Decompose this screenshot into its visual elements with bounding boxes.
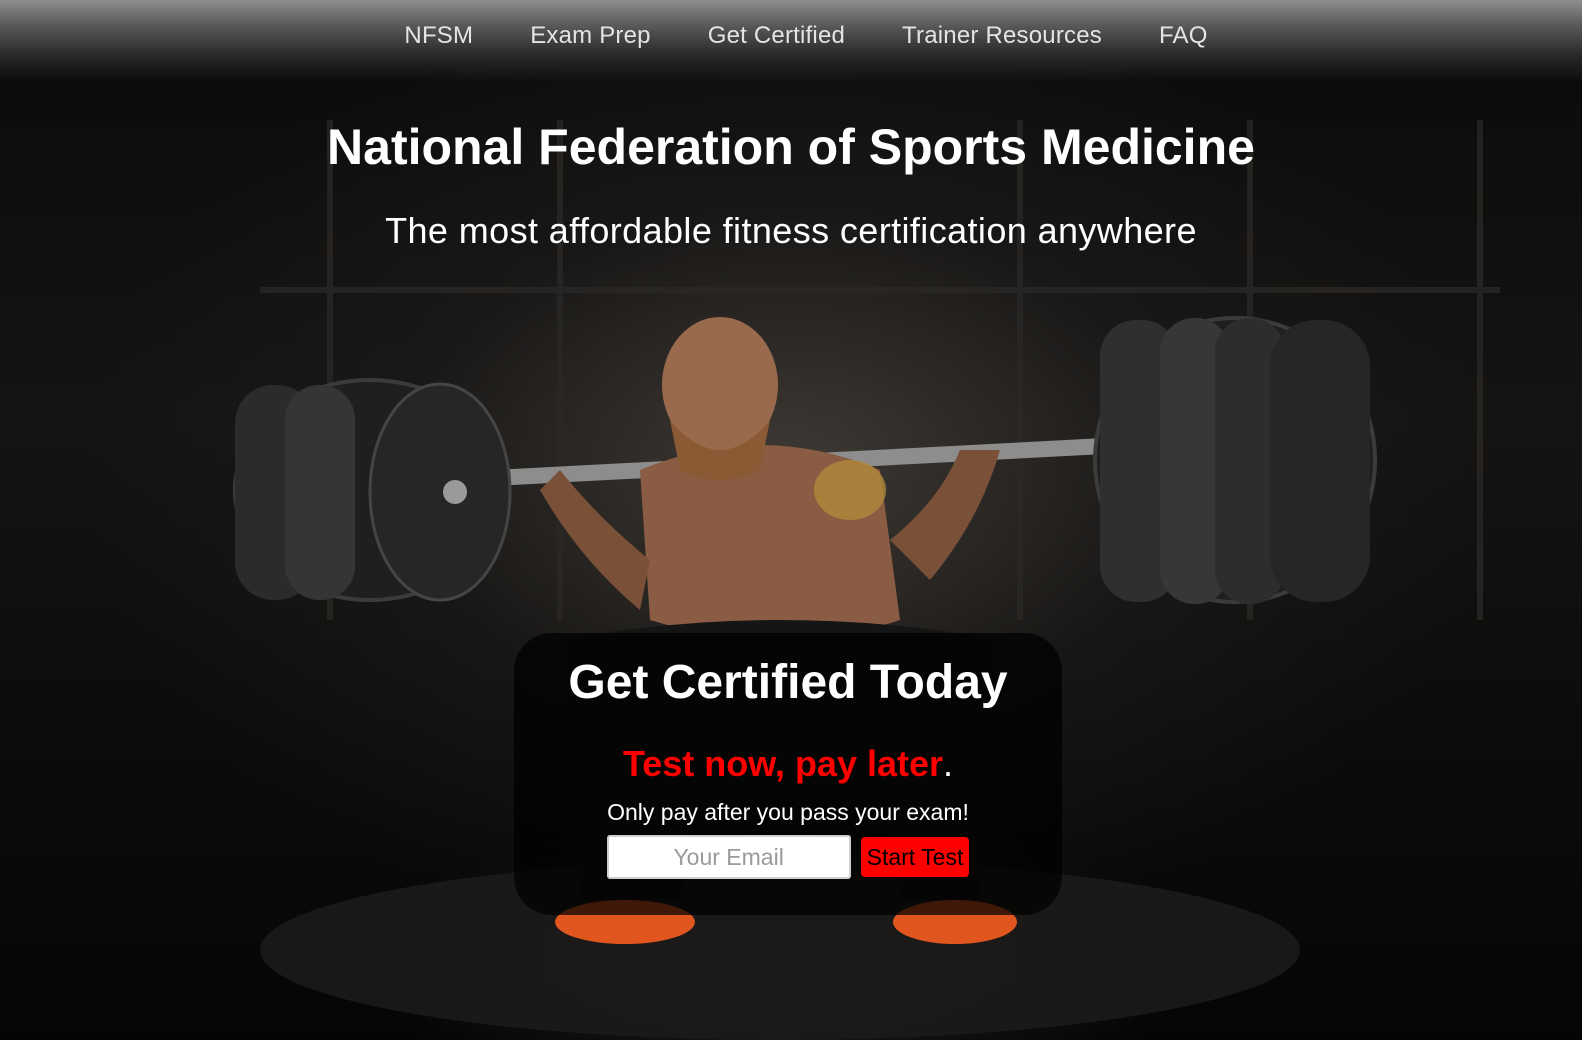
nav-item-nfsm: NFSM: [404, 22, 473, 50]
signup-heading: Get Certified Today: [568, 656, 1008, 709]
nav-link-faq[interactable]: FAQ: [1159, 22, 1208, 49]
start-test-button[interactable]: Start Test: [860, 837, 970, 877]
email-input[interactable]: [606, 835, 851, 879]
nav-menu: NFSM Exam Prep Get Certified Trainer Res…: [404, 22, 1207, 50]
page-title: National Federation of Sports Medicine: [327, 119, 1255, 175]
nav-item-faq: FAQ: [1159, 22, 1208, 50]
tagline-highlight: Test now, pay later: [622, 743, 944, 784]
nav-item-get-certified: Get Certified: [708, 22, 845, 50]
top-navigation: NFSM Exam Prep Get Certified Trainer Res…: [0, 0, 1582, 82]
nav-item-exam-prep: Exam Prep: [530, 22, 651, 50]
signup-form: Start Test: [514, 835, 1062, 879]
nav-item-trainer-resources: Trainer Resources: [902, 22, 1102, 50]
signup-panel: Get Certified Today Test now, pay later.…: [514, 633, 1062, 915]
nav-link-nfsm[interactable]: NFSM: [404, 22, 473, 49]
nav-link-get-certified[interactable]: Get Certified: [708, 22, 845, 49]
nav-link-exam-prep[interactable]: Exam Prep: [530, 22, 651, 49]
landing-page: NFSM Exam Prep Get Certified Trainer Res…: [0, 0, 1582, 1040]
tagline-period: .: [943, 743, 954, 784]
page-subtitle: The most affordable fitness certificatio…: [385, 210, 1197, 251]
signup-tagline: Test now, pay later.: [514, 743, 1062, 785]
signup-note: Only pay after you pass your exam!: [607, 799, 969, 825]
nav-link-trainer-resources[interactable]: Trainer Resources: [902, 22, 1102, 49]
